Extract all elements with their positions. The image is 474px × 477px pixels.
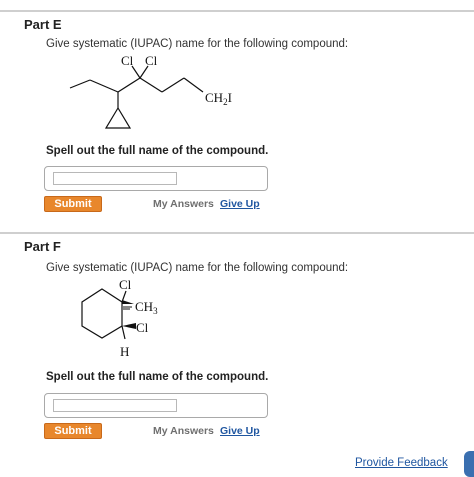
part-e-submit-button[interactable]: Submit bbox=[44, 196, 102, 212]
part-f-my-answers-label: My Answers bbox=[153, 425, 214, 437]
part-f-ch3-label: CH3 bbox=[135, 299, 158, 316]
middle-divider bbox=[0, 232, 474, 234]
part-f-cl-top-label: Cl bbox=[119, 277, 132, 292]
part-f-answer-input[interactable] bbox=[53, 399, 177, 412]
part-f-cl-mid-label: Cl bbox=[136, 320, 149, 335]
part-e-structure: Cl Cl CH2I bbox=[69, 53, 232, 129]
part-f-give-up-link[interactable]: Give Up bbox=[220, 425, 260, 437]
part-f-submit-button[interactable]: Submit bbox=[44, 423, 102, 439]
part-f-h-label: H bbox=[120, 344, 129, 359]
part-e-cl-label-2: Cl bbox=[145, 53, 158, 68]
part-e-cl-label-1: Cl bbox=[121, 53, 134, 68]
part-f-answer-box bbox=[44, 393, 268, 418]
part-f-question: Give systematic (IUPAC) name for the fol… bbox=[46, 262, 349, 274]
part-e-give-up-link[interactable]: Give Up bbox=[220, 198, 260, 210]
part-e-instruction: Spell out the full name of the compound. bbox=[46, 145, 269, 157]
part-e-question: Give systematic (IUPAC) name for the fol… bbox=[46, 38, 349, 50]
part-f-structure: Cl CH3 Cl H bbox=[81, 277, 158, 359]
side-help-tab[interactable] bbox=[464, 451, 474, 477]
part-e-my-answers-label: My Answers bbox=[153, 198, 214, 210]
part-e-ch2i-label: CH2I bbox=[205, 90, 232, 107]
part-e-title: Part E bbox=[24, 17, 62, 32]
part-e-answer-box bbox=[44, 166, 268, 191]
part-f-title: Part F bbox=[24, 239, 61, 254]
top-divider bbox=[0, 10, 474, 12]
provide-feedback-link[interactable]: Provide Feedback bbox=[355, 457, 448, 469]
part-e-answer-input[interactable] bbox=[53, 172, 177, 185]
part-f-instruction: Spell out the full name of the compound. bbox=[46, 371, 269, 383]
